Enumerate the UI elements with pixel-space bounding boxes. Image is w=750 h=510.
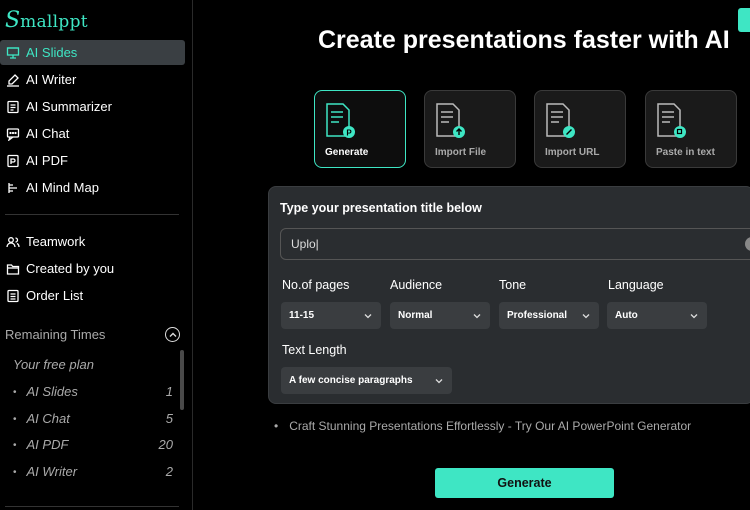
app-logo[interactable]: S mallppt bbox=[5, 8, 88, 33]
presentation-icon bbox=[6, 46, 20, 60]
card-label: Import File bbox=[435, 147, 487, 158]
svg-text:P: P bbox=[346, 129, 352, 138]
language-label: Language bbox=[608, 278, 664, 292]
plan-row-name: AI PDF bbox=[13, 437, 69, 452]
document-p-icon: P bbox=[326, 103, 355, 138]
sidebar-item-ai-summarizer[interactable]: AI Summarizer bbox=[0, 94, 185, 119]
sidebar-item-label: Created by you bbox=[26, 261, 115, 276]
sidebar-item-ai-mind-map[interactable]: AI Mind Map bbox=[0, 175, 185, 200]
text-length-select[interactable]: A few concise paragraphs bbox=[281, 367, 452, 394]
order-list-icon bbox=[6, 289, 20, 303]
language-value: Auto bbox=[615, 310, 638, 321]
plan-row-count: 5 bbox=[165, 411, 173, 426]
sidebar-item-label: AI Summarizer bbox=[26, 99, 112, 114]
chevron-down-icon bbox=[435, 378, 443, 383]
sidebar-item-label: Order List bbox=[26, 288, 84, 303]
audience-select[interactable]: Normal bbox=[390, 302, 490, 329]
tone-select[interactable]: Professional bbox=[499, 302, 599, 329]
sidebar-bottom-divider bbox=[5, 506, 179, 507]
writer-icon bbox=[6, 73, 20, 87]
pages-select[interactable]: 11-15 bbox=[281, 302, 381, 329]
plan-row-name: AI Slides bbox=[13, 384, 78, 399]
import-file-card[interactable]: Import File bbox=[424, 90, 516, 168]
plan-row-name: AI Writer bbox=[13, 464, 78, 479]
sidebar-item-ai-slides[interactable]: AI Slides bbox=[0, 40, 185, 65]
sidebar-item-created-by-you[interactable]: Created by you bbox=[0, 256, 185, 281]
sidebar-item-label: AI Writer bbox=[26, 72, 77, 87]
team-icon bbox=[6, 235, 20, 249]
plan-row-name: AI Chat bbox=[13, 411, 70, 426]
sidebar-secondary-nav: Teamwork Created by you Order List bbox=[0, 229, 185, 310]
plan-row: AI PDF 20 bbox=[13, 437, 173, 452]
sidebar-item-order-list[interactable]: Order List bbox=[0, 283, 185, 308]
chevron-down-icon bbox=[582, 313, 590, 318]
import-url-card[interactable]: Import URL bbox=[534, 90, 626, 168]
sidebar-item-label: Teamwork bbox=[26, 234, 86, 249]
sidebar-item-label: AI PDF bbox=[26, 153, 68, 168]
promo-note: Craft Stunning Presentations Effortlessl… bbox=[274, 419, 691, 433]
card-label: Import URL bbox=[545, 147, 600, 158]
summarizer-icon bbox=[6, 100, 20, 114]
remaining-times-header[interactable]: Remaining Times bbox=[5, 327, 180, 342]
sidebar-divider bbox=[5, 214, 179, 215]
sidebar-item-ai-pdf[interactable]: AI PDF bbox=[0, 148, 185, 173]
chevron-up-icon[interactable] bbox=[165, 327, 180, 342]
generate-button[interactable]: Generate bbox=[435, 468, 614, 498]
text-length-value: A few concise paragraphs bbox=[289, 375, 413, 386]
sidebar-item-label: AI Mind Map bbox=[26, 180, 99, 195]
upload-document-icon bbox=[436, 103, 465, 138]
side-tab[interactable] bbox=[738, 8, 750, 32]
language-select[interactable]: Auto bbox=[607, 302, 707, 329]
tone-value: Professional bbox=[507, 310, 568, 321]
card-label: Generate bbox=[325, 147, 369, 158]
plan-row-count: 1 bbox=[165, 384, 173, 399]
pages-value: 11-15 bbox=[289, 310, 315, 321]
pages-label: No.of pages bbox=[282, 278, 350, 292]
audience-label: Audience bbox=[390, 278, 443, 292]
tone-label: Tone bbox=[499, 278, 527, 292]
card-label: Paste in text bbox=[656, 147, 715, 158]
generate-card[interactable]: P Generate bbox=[314, 90, 406, 168]
plan-row-count: 2 bbox=[165, 464, 173, 479]
presentation-options-panel: Type your presentation title below No.of… bbox=[268, 186, 750, 404]
sidebar-item-ai-chat[interactable]: AI Chat bbox=[0, 121, 185, 146]
sidebar-nav: AI Slides AI Writer AI Summarizer AI Cha… bbox=[0, 40, 185, 202]
free-plan-box: Your free plan AI Slides 1 AI Chat 5 AI … bbox=[0, 350, 185, 490]
folder-icon bbox=[6, 262, 20, 276]
link-document-icon bbox=[546, 103, 575, 138]
text-length-label: Text Length bbox=[282, 343, 347, 357]
sidebar: S mallppt AI Slides AI Writer AI Summari… bbox=[0, 0, 193, 510]
mindmap-icon bbox=[6, 181, 20, 195]
sidebar-item-label: AI Chat bbox=[26, 126, 70, 141]
panel-title: Type your presentation title below bbox=[280, 201, 482, 215]
logo-initial: S bbox=[5, 8, 21, 33]
sidebar-item-ai-writer[interactable]: AI Writer bbox=[0, 67, 185, 92]
paste-document-icon bbox=[657, 103, 686, 138]
logo-text: mallppt bbox=[20, 12, 88, 32]
chat-icon bbox=[6, 127, 20, 141]
sidebar-item-teamwork[interactable]: Teamwork bbox=[0, 229, 185, 254]
main-content: Create presentations faster with AI P Ge… bbox=[194, 0, 750, 510]
chevron-down-icon bbox=[473, 313, 481, 318]
pdf-icon bbox=[6, 154, 20, 168]
sidebar-item-label: AI Slides bbox=[26, 45, 78, 60]
plan-row: AI Slides 1 bbox=[13, 384, 173, 399]
plan-title: Your free plan bbox=[13, 357, 94, 372]
plan-row: AI Chat 5 bbox=[13, 411, 173, 426]
plan-row: AI Writer 2 bbox=[13, 464, 173, 479]
plan-row-count: 20 bbox=[158, 437, 173, 452]
sidebar-scrollbar[interactable] bbox=[180, 350, 184, 410]
audience-value: Normal bbox=[398, 310, 433, 321]
remaining-times-label: Remaining Times bbox=[5, 327, 106, 342]
chevron-down-icon bbox=[690, 313, 698, 318]
presentation-title-input[interactable] bbox=[280, 228, 750, 260]
page-title: Create presentations faster with AI bbox=[318, 26, 730, 54]
chevron-down-icon bbox=[364, 313, 372, 318]
paste-in-text-card[interactable]: Paste in text bbox=[645, 90, 737, 168]
